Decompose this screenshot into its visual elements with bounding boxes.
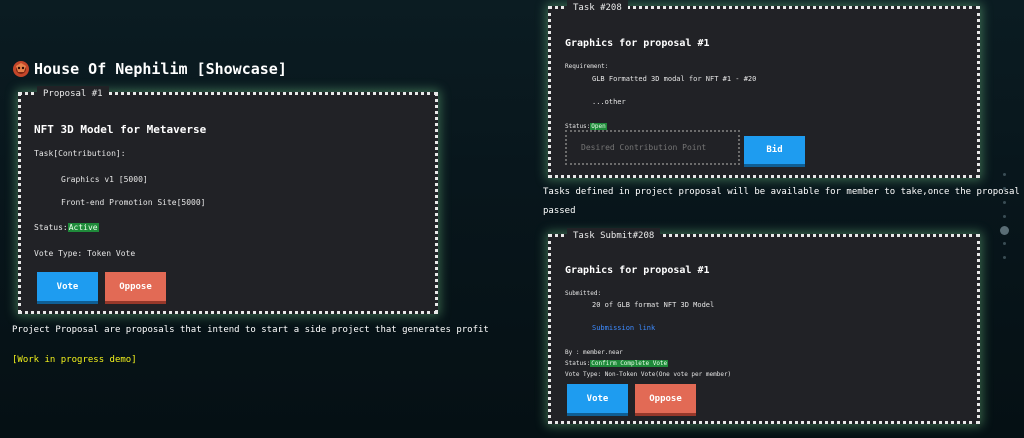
proposal-panel: Proposal #1 NFT 3D Model for Metaverse T… — [18, 86, 438, 314]
nav-dot-active[interactable] — [1000, 226, 1009, 235]
nav-dot[interactable] — [1003, 215, 1006, 218]
submit-tab: Task Submit#208 — [567, 228, 661, 244]
submitted-line: 20 of GLB format NFT 3D Model — [592, 301, 715, 309]
nav-dot[interactable] — [1003, 242, 1006, 245]
house-logo-icon — [12, 60, 30, 78]
task-panel: Task #208 Graphics for proposal #1 Requi… — [548, 0, 980, 178]
project-caption: Project Proposal are proposals that inte… — [12, 325, 489, 335]
bid-button[interactable]: Bid — [744, 136, 805, 164]
task-title: Graphics for proposal #1 — [565, 38, 710, 49]
nav-dot[interactable] — [1003, 173, 1006, 176]
task-item: Front-end Promotion Site[5000] — [61, 198, 206, 207]
proposal-title: NFT 3D Model for Metaverse — [34, 123, 207, 136]
task-header: Task[Contribution]: — [34, 149, 126, 158]
vote-type: Vote Type: Token Vote — [34, 249, 136, 258]
status-label: Status: — [565, 360, 591, 367]
submitted-by: By : member.near — [565, 349, 623, 356]
status-row: Status:Active — [34, 223, 99, 232]
requirement-line: GLB Formatted 3D modal for NFT #1 - #20 — [592, 75, 757, 83]
nav-dot[interactable] — [1003, 201, 1006, 204]
status-label: Status: — [565, 123, 591, 130]
page-nav-dots — [1000, 170, 1010, 260]
status-badge: Active — [67, 223, 99, 232]
vote-button[interactable]: Vote — [567, 384, 628, 413]
submitted-label: Submitted: — [565, 290, 602, 297]
app-title-row: House Of Nephilim [Showcase] — [12, 59, 287, 79]
oppose-button[interactable]: Oppose — [635, 384, 696, 413]
task-tab: Task #208 — [567, 0, 628, 16]
task-item: Graphics v1 [5000] — [61, 175, 148, 184]
task-submit-panel: Task Submit#208 Graphics for proposal #1… — [548, 228, 980, 424]
tasks-caption-continued: passed — [543, 206, 576, 216]
status-badge: Open — [590, 123, 607, 130]
submit-vote-type: Vote Type: Non-Token Vote(One vote per m… — [565, 371, 732, 378]
submission-link[interactable]: Submission link — [592, 324, 655, 332]
nav-dot[interactable] — [1003, 256, 1006, 259]
tasks-caption: Tasks defined in project proposal will b… — [543, 187, 1020, 197]
app-title: House Of Nephilim [Showcase] — [34, 60, 287, 78]
work-in-progress-note: [Work in progress demo] — [12, 355, 137, 365]
nav-dot[interactable] — [1003, 187, 1006, 190]
requirement-other: ...other — [592, 98, 626, 106]
requirement-label: Requirement: — [565, 63, 609, 70]
status-badge: Confirm Complete Vote — [590, 360, 669, 367]
submit-status-row: Status:Confirm Complete Vote — [565, 360, 669, 367]
proposal-tab: Proposal #1 — [37, 86, 109, 102]
status-label: Status: — [34, 223, 68, 232]
submit-title: Graphics for proposal #1 — [565, 265, 710, 276]
vote-button[interactable]: Vote — [37, 272, 98, 301]
task-status-row: Status:Open — [565, 123, 607, 130]
contribution-point-input[interactable] — [565, 130, 740, 165]
oppose-button[interactable]: Oppose — [105, 272, 166, 301]
